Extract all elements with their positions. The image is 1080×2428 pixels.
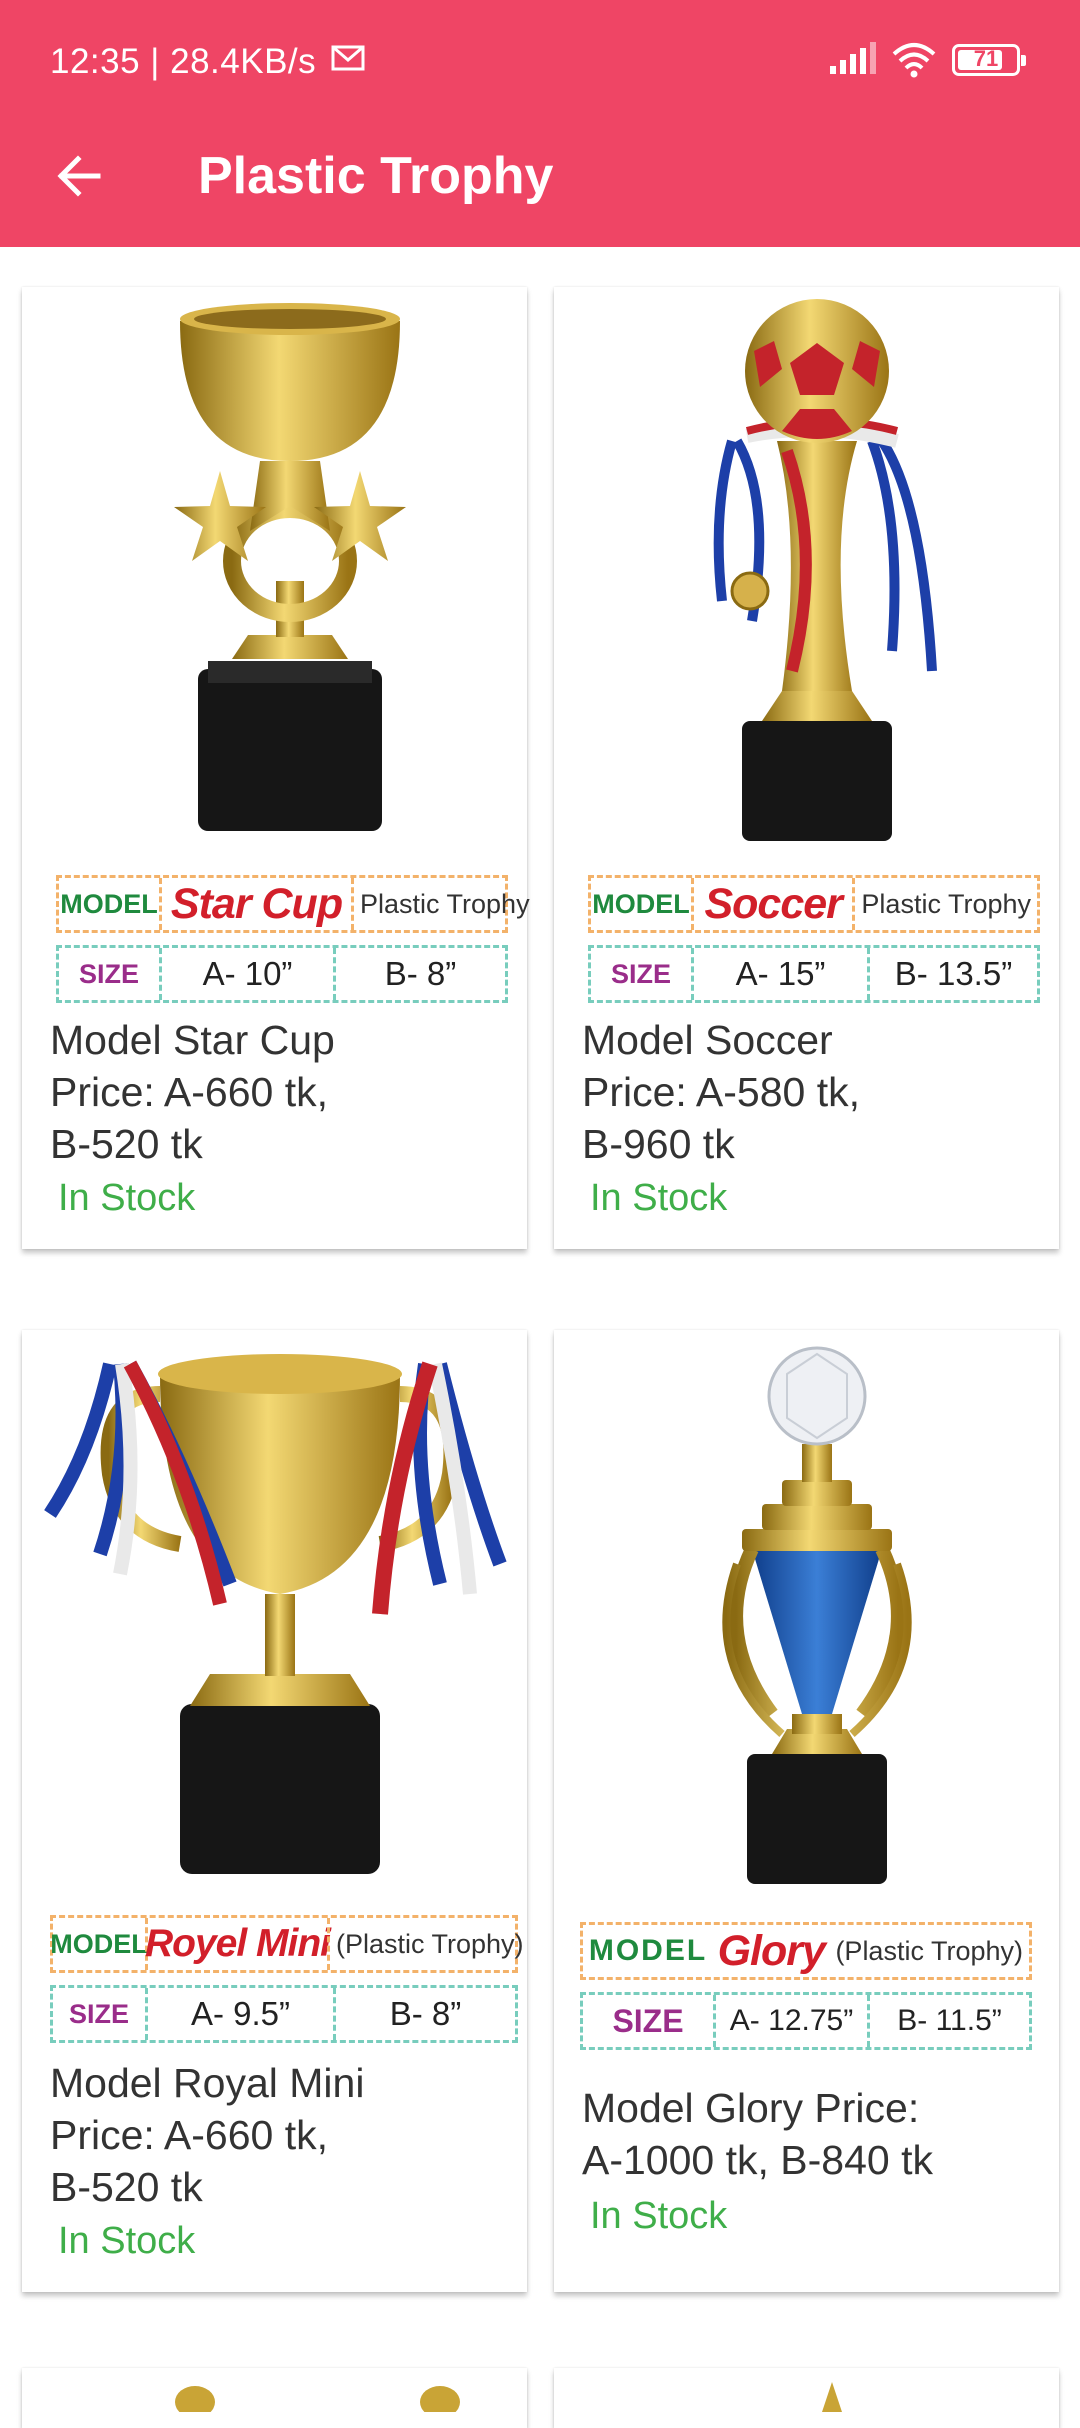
model-label: MODEL	[592, 888, 690, 919]
product-description: Model Soccer Price: A-580 tk, B-960 tk	[582, 1014, 1062, 1170]
wifi-icon	[892, 43, 936, 78]
product-price: Price: A-660 tk,	[50, 1069, 329, 1115]
model-name: Royel Mini	[145, 1918, 331, 1970]
glory-trophy-image	[722, 1346, 912, 1884]
spec-table: MODEL Glory (Plastic Trophy) SIZE A- 12.…	[580, 1922, 1032, 2052]
stock-status: In Stock	[590, 2195, 728, 2237]
spec-table: MODEL Soccer Plastic Trophy SIZE A- 15” …	[588, 875, 1040, 1005]
star-cup-trophy-image	[174, 303, 406, 831]
product-card-soccer[interactable]: MODEL Soccer Plastic Trophy SIZE A- 15” …	[554, 287, 1059, 1249]
model-name: Soccer	[691, 878, 852, 930]
trophy-image-partial	[175, 2386, 460, 2412]
product-card-partial[interactable]	[22, 2368, 527, 2428]
product-price-b: B-520 tk	[50, 1121, 203, 1167]
size-b: B- 13.5”	[867, 948, 1037, 1000]
size-label: SIZE	[78, 958, 139, 989]
product-card-partial[interactable]	[554, 2368, 1059, 2428]
battery-icon: 71	[952, 44, 1026, 76]
product-name: Model Royal Mini	[50, 2060, 365, 2106]
status-time: 12:35 | 28.4KB/s	[50, 42, 317, 81]
page-title: Plastic Trophy	[198, 147, 554, 205]
mail-icon	[331, 45, 365, 71]
product-type: Plastic Trophy	[351, 878, 536, 930]
size-label: SIZE	[612, 2002, 684, 2039]
back-arrow-icon[interactable]	[50, 146, 110, 206]
size-label: SIZE	[68, 1998, 129, 2029]
model-name: Glory	[717, 1926, 826, 1975]
size-b: B- 11.5”	[867, 1995, 1029, 2047]
stock-status: In Stock	[58, 2220, 196, 2262]
model-label: MODEL	[50, 1928, 148, 1959]
product-description: Model Star Cup Price: A-660 tk, B-520 tk	[50, 1014, 530, 1170]
trophy-image-partial	[822, 2382, 842, 2412]
product-card-glory[interactable]: MODEL Glory (Plastic Trophy) SIZE A- 12.…	[554, 1330, 1059, 2292]
size-a: A- 12.75”	[713, 1995, 867, 2047]
product-price: Price: A-580 tk,	[582, 1069, 861, 1115]
royal-mini-trophy-image	[44, 1354, 507, 1874]
spec-table: MODEL Royel Mini (Plastic Trophy) SIZE A…	[50, 1915, 524, 2045]
size-a: A- 10”	[159, 948, 333, 1000]
model-label: MODEL	[588, 1934, 708, 1967]
product-price-b: B-960 tk	[582, 1121, 735, 1167]
product-price: Price: A-660 tk,	[50, 2112, 329, 2158]
product-type: Plastic Trophy	[852, 878, 1037, 930]
app-bar: Plastic Trophy	[0, 120, 1080, 247]
battery-level: 71	[973, 46, 999, 71]
product-description: Model Royal Mini Price: A-660 tk, B-520 …	[50, 2057, 530, 2213]
model-name: Star Cup	[159, 878, 351, 930]
product-type: (Plastic Trophy)	[327, 1918, 530, 1970]
size-a: A- 9.5”	[145, 1988, 333, 2040]
product-name: Model Star Cup	[50, 1017, 335, 1063]
product-name: Model Soccer	[582, 1017, 833, 1063]
product-price: A-1000 tk, B-840 tk	[582, 2137, 933, 2183]
product-card-star-cup[interactable]: MODEL Star Cup Plastic Trophy SIZE A- 10…	[22, 287, 530, 1249]
product-card-royal-mini[interactable]: MODEL Royel Mini (Plastic Trophy) SIZE A…	[22, 1330, 527, 2292]
size-b: B- 8”	[333, 948, 505, 1000]
product-type: (Plastic Trophy)	[835, 1935, 1023, 1966]
product-price-b: B-520 tk	[50, 2164, 203, 2210]
product-name: Model Glory Price:	[582, 2085, 920, 2131]
size-a: A- 15”	[691, 948, 867, 1000]
signal-icon	[830, 42, 876, 74]
spec-table: MODEL Star Cup Plastic Trophy SIZE A- 10…	[56, 875, 530, 1005]
model-label: MODEL	[60, 888, 158, 919]
product-description: Model Glory Price: A-1000 tk, B-840 tk	[582, 2082, 1062, 2186]
stock-status: In Stock	[58, 1177, 196, 1219]
size-label: SIZE	[610, 958, 671, 989]
size-b: B- 8”	[333, 1988, 515, 2040]
stock-status: In Stock	[590, 1177, 728, 1219]
status-bar: 12:35 | 28.4KB/s 71	[0, 0, 1080, 120]
soccer-trophy-image	[713, 299, 937, 841]
